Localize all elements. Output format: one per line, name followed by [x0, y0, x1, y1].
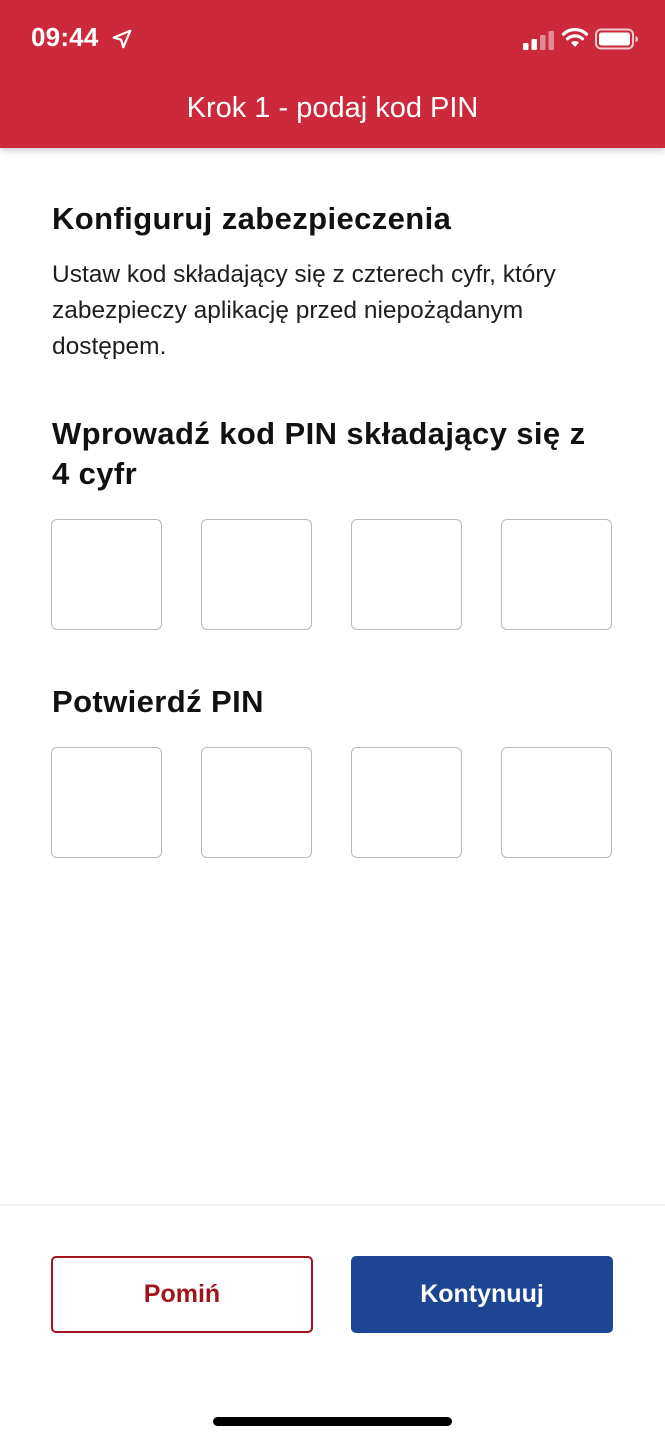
configure-security-title: Konfiguruj zabezpieczenia — [52, 201, 452, 236]
battery-icon — [595, 28, 638, 50]
pin-setup-screen: 09:44 Krok 1 - podaj kod PIN Konfiguruj … — [0, 0, 665, 1439]
header-title: Krok 1 - podaj kod PIN — [186, 92, 479, 124]
confirm-pin-digit-input-2[interactable] — [201, 747, 312, 858]
confirm-pin-digit-input-1[interactable] — [51, 747, 162, 858]
home-indicator[interactable] — [213, 1417, 452, 1426]
pin-digit-input-3[interactable] — [351, 519, 462, 630]
confirm-pin-title: Potwierdź PIN — [52, 684, 264, 719]
skip-button[interactable]: Pomiń — [51, 1256, 313, 1333]
footer-divider — [0, 1204, 665, 1206]
enter-pin-title: Wprowadź kod PIN składający się z 4 cyfr — [52, 416, 586, 491]
confirm-pin-digit-input-4[interactable] — [501, 747, 612, 858]
confirm-pin-digit-input-3[interactable] — [351, 747, 462, 858]
pin-digit-input-4[interactable] — [501, 519, 612, 630]
configure-description: Ustaw kod składający się z czterech cyfr… — [52, 261, 556, 360]
status-time: 09:44 — [31, 22, 99, 52]
location-arrow-icon — [112, 29, 132, 49]
app-header: 09:44 Krok 1 - podaj kod PIN — [0, 0, 665, 148]
pin-digit-input-2[interactable] — [201, 519, 312, 630]
pin-digit-input-1[interactable] — [51, 519, 162, 630]
cellular-signal-icon — [523, 31, 554, 50]
continue-button[interactable]: Kontynuuj — [351, 1256, 613, 1333]
wifi-icon — [561, 27, 589, 47]
